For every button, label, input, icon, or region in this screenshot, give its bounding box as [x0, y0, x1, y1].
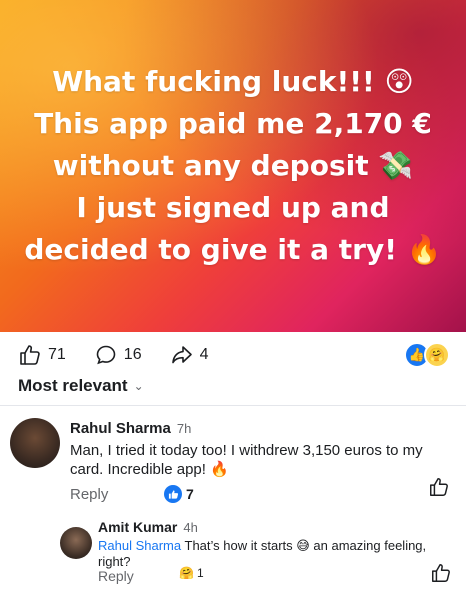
reply-button[interactable]: Reply: [98, 568, 134, 584]
post-line-1: What fucking luck!!! 😲: [52, 65, 414, 98]
comment-bubble-icon: [96, 345, 116, 365]
comment-author-line: Rahul Sharma 7h: [70, 420, 191, 437]
care-reaction-icon: 🤗: [179, 566, 194, 580]
thumbs-up-icon: [20, 345, 40, 365]
comment-author-line: Amit Kumar 4h: [98, 519, 198, 535]
reaction-count-value: 1: [196, 566, 204, 580]
comment-text: Man, I tried it today too! I withdrew 3,…: [70, 442, 423, 478]
reply-button[interactable]: Reply: [70, 486, 108, 503]
post-line-4: I just signed up and: [76, 191, 390, 224]
like-reaction-icon: [164, 485, 182, 503]
avatar[interactable]: [10, 418, 60, 468]
reactions-summary[interactable]: 👍 🤗: [404, 342, 450, 368]
comment-time[interactable]: 7h: [177, 421, 191, 436]
care-reaction-icon: 🤗: [424, 342, 450, 368]
comment-author[interactable]: Rahul Sharma: [70, 420, 171, 437]
comment-text: Rahul Sharma That’s how it starts 😅 an a…: [98, 538, 438, 570]
post-line-3: without any deposit 💸: [52, 149, 414, 182]
thumbs-up-icon: [432, 564, 450, 582]
mention-link[interactable]: Rahul Sharma: [98, 538, 181, 553]
post-line-2: This app paid me 2,170 €: [34, 107, 432, 140]
comment-author[interactable]: Amit Kumar: [98, 519, 177, 535]
sort-label: Most relevant: [18, 376, 128, 395]
comment-count: 16: [123, 346, 142, 363]
avatar[interactable]: [60, 527, 92, 559]
post-line-5: decided to give it a try! 🔥: [24, 233, 442, 266]
chevron-down-icon: ⌄: [133, 379, 144, 393]
comment-like-button[interactable]: [428, 476, 450, 503]
comment-like-count[interactable]: 7: [164, 485, 194, 503]
comment-button[interactable]: 16: [94, 343, 142, 367]
like-button[interactable]: 71: [18, 343, 66, 367]
share-button[interactable]: 4: [170, 343, 209, 367]
post-image-text: What fucking luck!!! 😲 This app paid me …: [6, 61, 459, 271]
like-count: 71: [48, 346, 66, 363]
comment-reaction-count[interactable]: 🤗 1: [179, 566, 204, 580]
share-arrow-icon: [171, 346, 192, 364]
thumbs-up-icon: [430, 478, 448, 496]
share-count: 4: [199, 346, 209, 363]
comment-sort-dropdown[interactable]: Most relevant ⌄: [18, 376, 144, 396]
comment-time[interactable]: 4h: [183, 520, 197, 535]
like-count-value: 7: [186, 486, 194, 502]
post-image[interactable]: What fucking luck!!! 😲 This app paid me …: [0, 0, 466, 332]
post-actions-bar: 71 16 4 👍 🤗: [18, 342, 456, 368]
divider: [0, 405, 466, 406]
comment-like-button[interactable]: [430, 562, 452, 589]
